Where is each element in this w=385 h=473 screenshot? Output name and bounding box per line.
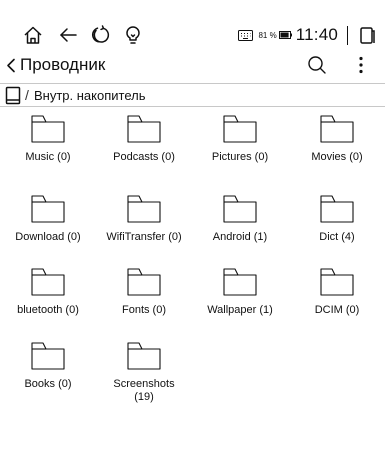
more-vertical-icon[interactable] [355,55,367,75]
folder-tile[interactable]: Download (0) [0,187,96,261]
folder-label: Podcasts (0) [113,151,175,163]
status-bar: 81 % 11:40 [0,0,385,46]
breadcrumb-location[interactable]: Внутр. накопитель [34,86,146,105]
folder-icon [31,195,65,223]
folder-label: Movies (0) [311,151,363,163]
folder-label: Dict (4) [319,231,355,243]
folder-icon [320,195,354,223]
folder-label: Screenshots (19) [113,378,175,403]
breadcrumb-separator: / [25,87,29,103]
window-icon[interactable] [360,26,375,44]
tablet-icon [5,86,21,105]
folder-icon [127,268,161,296]
folder-icon [127,115,161,143]
search-icon[interactable] [307,55,327,75]
breadcrumb: / Внутр. накопитель [0,83,385,107]
app-bar: Проводник [0,50,385,80]
folder-label: Android (1) [212,231,268,243]
folder-label: Music (0) [25,151,71,163]
folder-label: Books (0) [24,378,72,390]
folder-icon [223,268,257,296]
battery-percent: 81 % [258,30,277,40]
folder-tile[interactable]: Books (0) [0,334,96,408]
folder-tile[interactable]: Fonts (0) [96,260,192,334]
folder-icon [31,268,65,296]
folder-tile[interactable]: Pictures (0) [192,107,288,181]
chevron-left-icon[interactable] [4,54,18,76]
home-icon[interactable] [22,24,44,46]
folder-tile[interactable]: DCIM (0) [289,260,385,334]
folder-label: bluetooth (0) [17,304,79,316]
battery-icon [278,31,292,39]
keyboard-icon [238,29,254,41]
folder-tile[interactable]: WifiTransfer (0) [96,187,192,261]
folder-icon [223,115,257,143]
refresh-icon[interactable] [90,24,112,46]
folder-icon [320,115,354,143]
folder-icon [31,115,65,143]
folder-label: DCIM (0) [314,304,360,316]
clock: 11:40 [295,25,338,44]
status-right-group: 81 % 11:40 [238,24,385,46]
folder-label: Pictures (0) [211,151,269,163]
folder-icon [127,195,161,223]
folder-label: WifiTransfer (0) [106,231,182,243]
folder-tile[interactable]: Dict (4) [289,187,385,261]
lightbulb-icon[interactable] [122,24,144,46]
folder-tile[interactable]: bluetooth (0) [0,260,96,334]
folder-icon [223,195,257,223]
status-divider [347,25,348,45]
folder-tile[interactable]: Music (0) [0,107,96,181]
folder-label: Fonts (0) [121,304,166,316]
folder-tile[interactable]: Movies (0) [289,107,385,181]
folder-tile[interactable]: Wallpaper (1) [192,260,288,334]
folder-icon [320,268,354,296]
folder-icon [31,342,65,370]
back-arrow-icon[interactable] [57,24,79,46]
folder-tile[interactable]: Podcasts (0) [96,107,192,181]
folder-label: Download (0) [15,231,81,243]
page-title: Проводник [20,55,106,74]
folder-label: Wallpaper (1) [207,304,273,316]
folder-tile[interactable]: Screenshots (19) [96,334,192,424]
folder-icon [127,342,161,370]
folder-tile[interactable]: Android (1) [192,187,288,261]
